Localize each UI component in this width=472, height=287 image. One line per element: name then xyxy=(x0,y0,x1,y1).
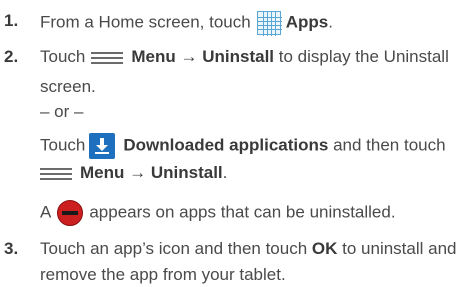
uninstall-label-2: Uninstall xyxy=(150,163,223,182)
step-1-period: . xyxy=(328,12,333,32)
step-1-number: 1. xyxy=(4,11,19,30)
menu-icon xyxy=(91,51,124,64)
menu-label-2: Menu xyxy=(80,163,125,182)
step-2-touch: Touch xyxy=(40,47,86,66)
step-2-touch-2: Touch xyxy=(40,135,86,155)
step-3-post: to uninstall and xyxy=(342,239,457,258)
step-3-number: 3. xyxy=(4,239,19,258)
ok-label: OK xyxy=(311,239,338,258)
step-3-line-2: remove the app from your tablet. xyxy=(40,265,286,284)
step-2-alt-line-1: Touch Downloaded applications and then t… xyxy=(40,133,446,159)
step-2-line-1: Touch Menu → Uninstall to display the Un… xyxy=(40,47,449,67)
menu-label: Menu xyxy=(131,47,176,66)
step-3-pre: Touch an app’s icon and then touch xyxy=(40,239,308,258)
note-prefix: A xyxy=(40,202,52,222)
step-1-line-1: From a Home screen, touch Apps. xyxy=(40,11,333,36)
menu-icon xyxy=(40,167,72,180)
step-2-rest-1: to display the Uninstall xyxy=(278,47,449,66)
step-3-line-1: Touch an app’s icon and then touch OK to… xyxy=(40,239,457,259)
or-separator: – or – xyxy=(40,102,84,121)
arrow-2: → xyxy=(129,163,147,182)
step-2-alt-line-2: Menu → Uninstall. xyxy=(40,163,227,183)
step-1-text: From a Home screen, touch xyxy=(40,12,251,32)
remove-icon xyxy=(57,200,84,226)
note-suffix: appears on apps that can be uninstalled. xyxy=(89,202,396,222)
step-2-number: 2. xyxy=(4,47,19,66)
apps-grid-icon xyxy=(256,11,282,36)
download-icon xyxy=(89,133,116,159)
uninstall-label: Uninstall xyxy=(202,47,275,66)
downloaded-applications-label: Downloaded applications xyxy=(123,135,329,155)
apps-label: Apps xyxy=(285,12,329,32)
and-then-touch: and then touch xyxy=(333,135,446,155)
step-2-note: A appears on apps that can be uninstalle… xyxy=(40,200,396,226)
step-2-line-2: screen. xyxy=(40,77,96,96)
arrow: → xyxy=(180,47,198,66)
period: . xyxy=(222,163,228,182)
